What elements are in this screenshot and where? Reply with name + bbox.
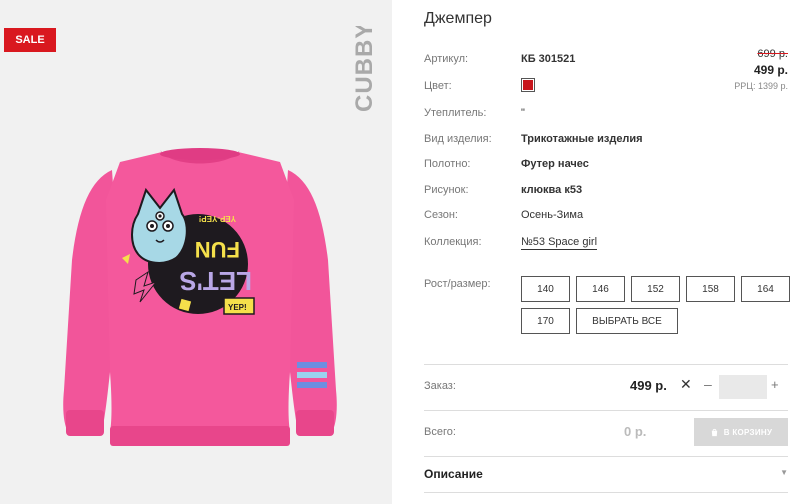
attr-value-insulation: " xyxy=(521,107,525,119)
description-title: Описание xyxy=(424,467,483,481)
collection-link[interactable]: №53 Space girl xyxy=(521,236,598,250)
attr-value-season: Осень-Зима xyxy=(521,209,584,221)
price-block: 699 р. 499 р. РРЦ: 1399 р. xyxy=(734,48,788,91)
attr-label-product-type: Вид изделия: xyxy=(424,133,492,145)
description-toggle[interactable]: Описание ▼ xyxy=(424,464,788,488)
size-button-164[interactable]: 164 xyxy=(741,276,790,302)
product-title: Джемпер xyxy=(424,10,492,27)
divider xyxy=(424,364,788,365)
color-swatch-fill xyxy=(523,80,533,90)
old-price: 699 р. xyxy=(757,48,788,60)
size-button-170[interactable]: 170 xyxy=(521,308,570,334)
total-label: Всего: xyxy=(424,426,456,438)
add-to-cart-label: В КОРЗИНУ xyxy=(723,427,773,437)
total-value: 0 р. xyxy=(624,424,647,439)
quantity-input[interactable] xyxy=(719,375,767,399)
attr-value-fabric: Футер начес xyxy=(521,158,589,170)
attr-label-article: Артикул: xyxy=(424,53,469,65)
size-button-140[interactable]: 140 xyxy=(521,276,570,302)
select-all-button[interactable]: ВЫБРАТЬ ВСЕ xyxy=(576,308,678,334)
print-fun: FUN xyxy=(195,237,240,262)
order-label: Заказ: xyxy=(424,380,456,392)
divider xyxy=(424,410,788,411)
print-lets: LET'S xyxy=(179,266,252,296)
size-button-158[interactable]: 158 xyxy=(686,276,735,302)
multiply-icon: ✕ xyxy=(680,376,692,392)
size-selector: 140 146 152 158 164 170 ВЫБРАТЬ ВСЕ xyxy=(521,276,791,334)
attr-label-season: Сезон: xyxy=(424,209,458,221)
attr-label-fabric: Полотно: xyxy=(424,158,471,170)
total-row: Всего: 0 р. В КОРЗИНУ xyxy=(424,418,788,448)
attr-value-article: КБ 301521 xyxy=(521,53,576,65)
product-image-panel: SALE CUBBY LET'S FUN YEP-YEP! YEP! xyxy=(0,0,392,504)
attr-value-pattern: клюква к53 xyxy=(521,184,583,196)
print-yep: YEP-YEP! xyxy=(199,214,236,223)
add-to-cart-button[interactable]: В КОРЗИНУ xyxy=(694,418,788,446)
size-button-146[interactable]: 146 xyxy=(576,276,625,302)
sweater-image[interactable]: LET'S FUN YEP-YEP! YEP! xyxy=(50,140,350,460)
order-row: Заказ: 499 р. ✕ – + xyxy=(424,372,788,402)
size-button-152[interactable]: 152 xyxy=(631,276,680,302)
chevron-down-icon: ▼ xyxy=(780,468,788,477)
attr-label-pattern: Рисунок: xyxy=(424,184,469,196)
print-yep-tag: YEP! xyxy=(228,303,247,312)
attr-label-color: Цвет: xyxy=(424,80,452,92)
rrp-price: РРЦ: 1399 р. xyxy=(734,81,788,91)
sale-badge: SALE xyxy=(4,28,56,52)
attr-label-collection: Коллекция: xyxy=(424,236,482,248)
attr-label-insulation: Утеплитель: xyxy=(424,107,487,119)
size-label: Рост/размер: xyxy=(424,278,491,290)
divider xyxy=(424,456,788,457)
brand-logo: CUBBY xyxy=(340,22,380,116)
order-price: 499 р. xyxy=(630,378,667,393)
cart-icon xyxy=(711,428,717,436)
brand-name: CUBBY xyxy=(351,26,378,112)
color-swatch[interactable] xyxy=(521,78,535,92)
attr-value-product-type: Трикотажные изделия xyxy=(521,133,643,145)
increase-quantity-button[interactable]: + xyxy=(771,377,779,392)
divider xyxy=(424,492,788,493)
decrease-quantity-button[interactable]: – xyxy=(704,376,712,392)
new-price: 499 р. xyxy=(753,63,788,77)
attr-value-collection[interactable]: №53 Space girl xyxy=(521,236,598,250)
